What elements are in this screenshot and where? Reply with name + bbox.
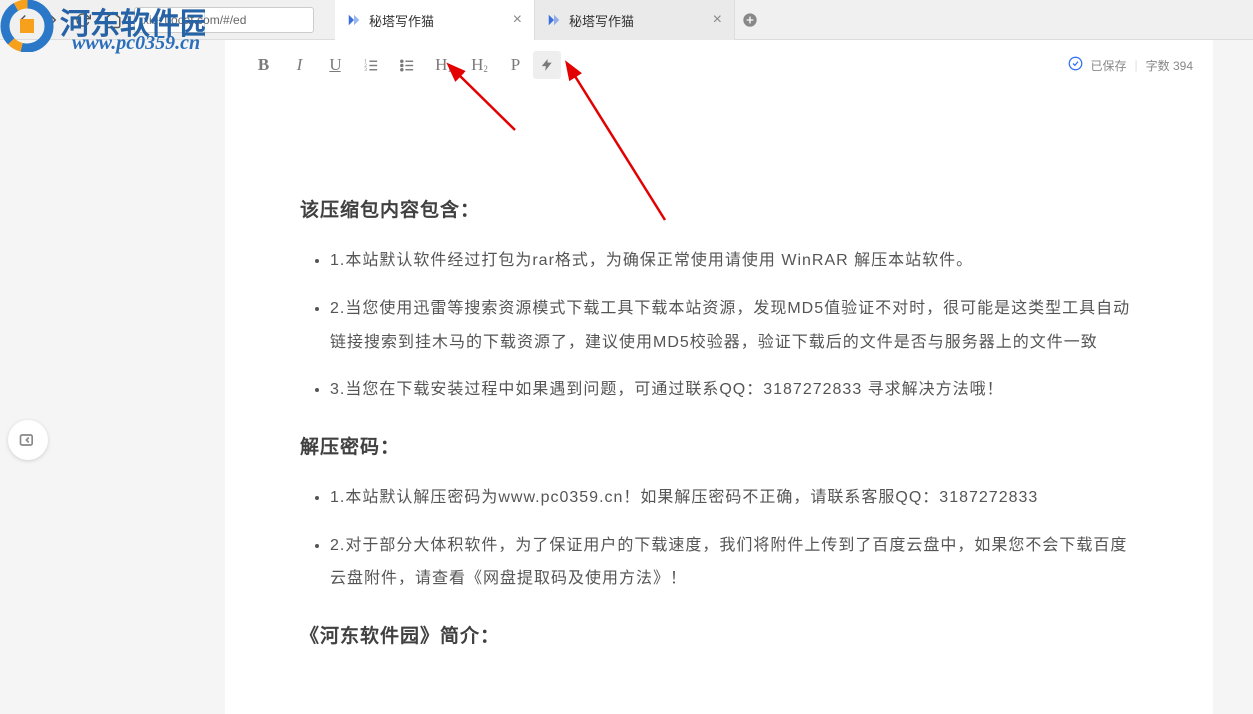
- tab-label: 秘塔写作猫: [369, 11, 505, 30]
- italic-button[interactable]: I: [281, 47, 317, 83]
- url-input[interactable]: xiezuocat.com/#/ed: [134, 7, 314, 33]
- status-bar: 已保存 | 字数 394: [1068, 56, 1194, 74]
- list-package: 1.本站默认软件经过打包为rar格式，为确保正常使用请使用 WinRAR 解压本…: [300, 244, 1138, 406]
- h1-button[interactable]: H1: [425, 47, 461, 83]
- reload-button[interactable]: [71, 8, 95, 32]
- saved-label: 已保存: [1091, 57, 1127, 74]
- h2-button[interactable]: H2: [461, 47, 497, 83]
- close-icon[interactable]: ×: [713, 11, 722, 29]
- drawer-toggle-button[interactable]: [8, 420, 48, 460]
- content-region: B I U 123 H1 H2 P 已保存 | 字数 394 该压缩包内容包含：…: [0, 40, 1253, 714]
- svg-text:3: 3: [364, 68, 367, 73]
- tab-favicon: [547, 13, 561, 27]
- tab-strip: 秘塔写作猫 × 秘塔写作猫 ×: [335, 0, 765, 40]
- word-count: 字数 394: [1146, 57, 1193, 74]
- format-toolbar: B I U 123 H1 H2 P 已保存 | 字数 394: [225, 40, 1213, 90]
- home-button[interactable]: [101, 8, 125, 32]
- ai-assist-button[interactable]: [533, 51, 561, 79]
- back-button[interactable]: [11, 8, 35, 32]
- unordered-list-button[interactable]: [389, 47, 425, 83]
- forward-button[interactable]: [41, 8, 65, 32]
- heading-intro: 《河东软件园》简介：: [300, 622, 1138, 652]
- heading-package-contents: 该压缩包内容包含：: [300, 196, 1138, 226]
- tab-favicon: [347, 13, 361, 27]
- paragraph-button[interactable]: P: [497, 47, 533, 83]
- list-item: 1.本站默认软件经过打包为rar格式，为确保正常使用请使用 WinRAR 解压本…: [330, 244, 1138, 278]
- tab-active[interactable]: 秘塔写作猫 ×: [335, 0, 535, 40]
- add-tab-button[interactable]: [735, 5, 765, 35]
- list-password: 1.本站默认解压密码为www.pc0359.cn！如果解压密码不正确，请联系客服…: [300, 481, 1138, 596]
- tab-label: 秘塔写作猫: [569, 11, 705, 30]
- ordered-list-button[interactable]: 123: [353, 47, 389, 83]
- list-item: 2.对于部分大体积软件，为了保证用户的下载速度，我们将附件上传到了百度云盘中，如…: [330, 529, 1138, 596]
- tab-inactive[interactable]: 秘塔写作猫 ×: [535, 0, 735, 40]
- underline-button[interactable]: U: [317, 47, 353, 83]
- list-item: 3.当您在下载安装过程中如果遇到问题，可通过联系QQ：3187272833 寻求…: [330, 373, 1138, 407]
- heading-password: 解压密码：: [300, 433, 1138, 463]
- bold-button[interactable]: B: [245, 47, 281, 83]
- saved-icon: [1068, 56, 1083, 74]
- document-body[interactable]: 该压缩包内容包含： 1.本站默认软件经过打包为rar格式，为确保正常使用请使用 …: [225, 90, 1213, 714]
- editor-panel: B I U 123 H1 H2 P 已保存 | 字数 394 该压缩包内容包含：…: [225, 40, 1213, 714]
- list-item: 1.本站默认解压密码为www.pc0359.cn！如果解压密码不正确，请联系客服…: [330, 481, 1138, 515]
- list-item: 2.当您使用迅雷等搜索资源模式下载工具下载本站资源，发现MD5值验证不对时，很可…: [330, 292, 1138, 359]
- divider: |: [1135, 58, 1138, 72]
- close-icon[interactable]: ×: [513, 11, 522, 29]
